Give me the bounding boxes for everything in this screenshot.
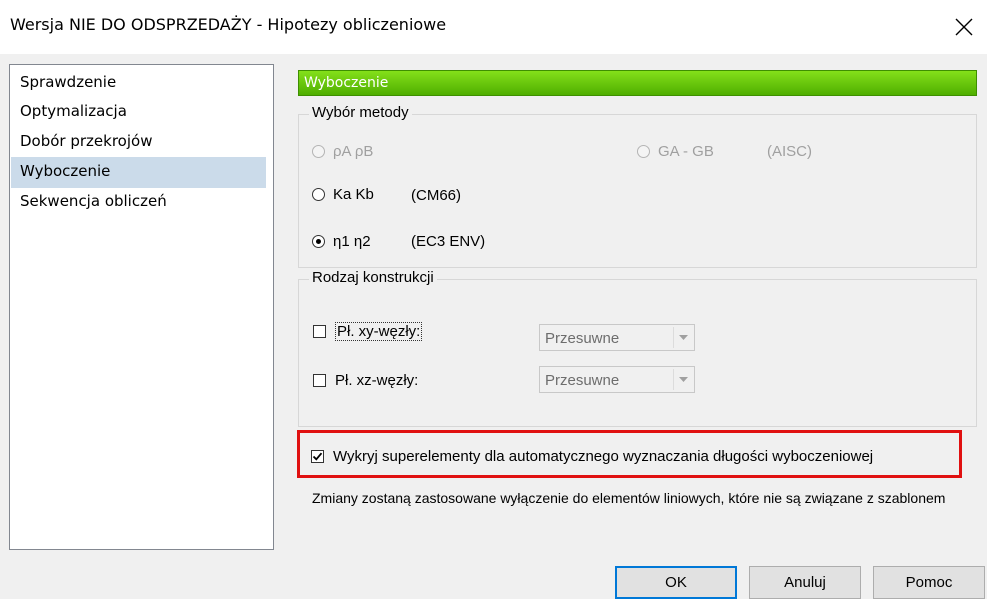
radio-eta1-eta2[interactable]: η1 η2: [312, 233, 371, 250]
method-group-label: Wybór metody: [309, 104, 412, 121]
radio-label: Ka Kb: [333, 186, 374, 203]
radio-circle: [637, 145, 650, 158]
radio-ka-kb-note: (CM66): [411, 187, 462, 204]
checkbox-superelements[interactable]: Wykryj superelementy dla automatycznego …: [311, 448, 873, 465]
checkbox-pl-xy[interactable]: Pł. xy-węzły:: [313, 322, 423, 341]
structure-group-label: Rodzaj konstrukcji: [309, 269, 437, 286]
chevron-down-icon: [673, 369, 692, 390]
checkbox-box: [313, 325, 326, 338]
sidebar-item-sekwencja-obliczen[interactable]: Sekwencja obliczeń: [11, 187, 266, 218]
sidebar-item-sprawdzenie[interactable]: Sprawdzenie: [11, 68, 266, 99]
checkbox-label: Pł. xy-węzły:: [335, 322, 423, 341]
checkbox-label: Pł. xz-węzły:: [335, 372, 419, 389]
checkbox-box: [313, 374, 326, 387]
close-icon: [955, 18, 973, 36]
combo-value: Przesuwne: [545, 372, 620, 389]
help-button[interactable]: Pomoc: [873, 566, 985, 599]
radio-ga-gb-note: (AISC): [767, 143, 812, 160]
sidebar-item-dobor-przekrojow[interactable]: Dobór przekrojów: [11, 127, 266, 158]
method-group: [298, 114, 977, 268]
sidebar-item-wyboczenie[interactable]: Wyboczenie: [11, 157, 266, 188]
chevron-down-icon: [673, 327, 692, 348]
check-icon: [312, 452, 323, 461]
section-header: Wyboczenie: [298, 70, 977, 96]
radio-circle: [312, 235, 325, 248]
radio-eta1-eta2-note: (EC3 ENV): [411, 233, 486, 250]
radio-circle: [312, 188, 325, 201]
info-note: Zmiany zostaną zastosowane wyłączenie do…: [312, 490, 946, 506]
radio-ga-gb[interactable]: GA - GB: [637, 143, 714, 160]
cancel-button[interactable]: Anuluj: [749, 566, 861, 599]
radio-rho-a-rho-b[interactable]: ρA ρB: [312, 143, 373, 160]
radio-label: GA - GB: [658, 143, 714, 160]
radio-label: ρA ρB: [333, 143, 374, 160]
radio-label: η1 η2: [333, 233, 371, 250]
title-bar: Wersja NIE DO ODSPRZEDAŻY - Hipotezy obl…: [0, 0, 987, 54]
radio-dot: [316, 239, 321, 244]
section-title: Wyboczenie: [304, 75, 389, 91]
radio-circle: [312, 145, 325, 158]
radio-ka-kb[interactable]: Ka Kb: [312, 186, 374, 203]
combo-pl-xy[interactable]: Przesuwne: [539, 324, 695, 351]
combo-pl-xz[interactable]: Przesuwne: [539, 366, 695, 393]
ok-button[interactable]: OK: [615, 566, 737, 599]
structure-group: [298, 279, 977, 427]
sidebar-list: Sprawdzenie Optymalizacja Dobór przekroj…: [9, 64, 274, 550]
checkbox-box: [311, 450, 324, 463]
checkbox-label: Wykryj superelementy dla automatycznego …: [333, 448, 874, 465]
sidebar-item-optymalizacja[interactable]: Optymalizacja: [11, 97, 266, 128]
window-title: Wersja NIE DO ODSPRZEDAŻY - Hipotezy obl…: [10, 15, 447, 34]
close-button[interactable]: [941, 0, 987, 54]
combo-value: Przesuwne: [545, 330, 620, 347]
checkbox-pl-xz[interactable]: Pł. xz-węzły:: [313, 372, 418, 389]
